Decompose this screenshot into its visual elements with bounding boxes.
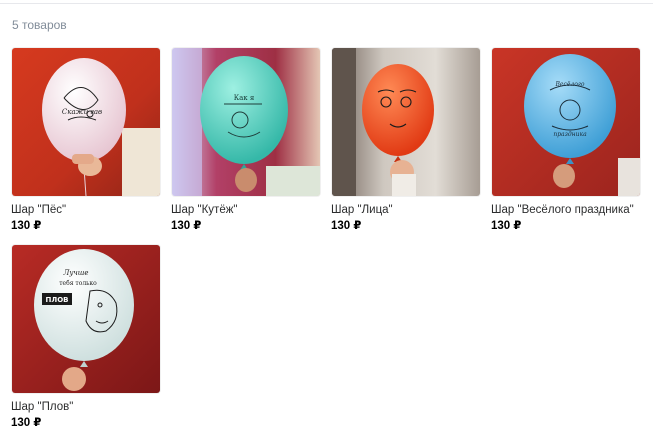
product-count: 5 товаров xyxy=(12,18,67,32)
balloon-photo: Лучше тебя только ПЛОВ xyxy=(12,245,160,393)
product-title[interactable]: Шар "Плов" xyxy=(11,401,161,414)
product-image[interactable]: Лучше тебя только ПЛОВ xyxy=(11,244,161,394)
balloon-photo: Весёлого праздника xyxy=(492,48,640,196)
product-price: 130 ₽ xyxy=(331,220,362,232)
product-card[interactable]: Шар "Лица" 130 ₽ xyxy=(331,47,481,233)
product-price: 130 ₽ xyxy=(171,220,202,232)
product-price: 130 ₽ xyxy=(491,220,522,232)
product-card[interactable]: Лучше тебя только ПЛОВ Шар "Плов" 130 ₽ xyxy=(11,244,161,430)
top-divider xyxy=(0,3,653,4)
product-price: 130 ₽ xyxy=(11,417,42,429)
product-title[interactable]: Шар "Лица" xyxy=(331,204,481,217)
svg-text:Лучше: Лучше xyxy=(62,269,88,277)
product-image[interactable]: Скажи гав xyxy=(11,47,161,197)
svg-text:тебя только: тебя только xyxy=(59,280,97,287)
product-price: 130 ₽ xyxy=(11,220,42,232)
svg-text:ПЛОВ: ПЛОВ xyxy=(46,296,69,304)
svg-text:Весёлого: Весёлого xyxy=(555,81,585,88)
svg-text:Скажи гав: Скажи гав xyxy=(62,108,102,116)
product-image[interactable]: Весёлого праздника xyxy=(491,47,641,197)
product-image[interactable] xyxy=(331,47,481,197)
product-title[interactable]: Шар "Пёс" xyxy=(11,204,161,217)
product-title[interactable]: Шар "Весёлого праздника" xyxy=(491,204,641,217)
product-card[interactable]: Весёлого праздника Шар "Весёлого праздни… xyxy=(491,47,641,233)
product-image[interactable]: Как я xyxy=(171,47,321,197)
svg-text:праздника: праздника xyxy=(553,131,587,138)
product-card[interactable]: Скажи гав Шар "Пёс" 130 ₽ xyxy=(11,47,161,233)
balloon-photo: Скажи гав xyxy=(12,48,160,196)
balloon-photo xyxy=(332,48,480,196)
product-card[interactable]: Как я Шар "Кутёж" 130 ₽ xyxy=(171,47,321,233)
svg-text:Как я: Как я xyxy=(234,94,255,102)
balloon-photo: Как я xyxy=(172,48,320,196)
product-title[interactable]: Шар "Кутёж" xyxy=(171,204,321,217)
